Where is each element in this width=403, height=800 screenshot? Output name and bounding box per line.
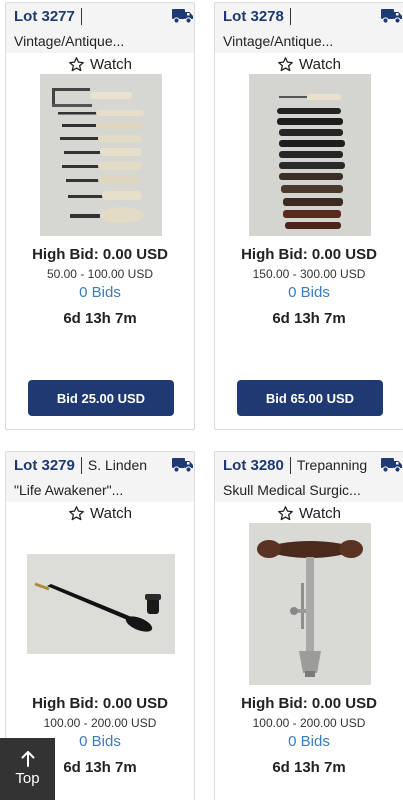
lot-title[interactable]: Vintage/Antique... [215,29,403,53]
shipping-truck-icon [381,8,403,24]
bid-button[interactable]: Bid 65.00 USD [237,380,383,416]
knives-photo[interactable] [249,74,371,236]
watch-toggle[interactable]: Watch [215,503,403,523]
watch-toggle[interactable]: Watch [6,503,194,523]
lot-title[interactable]: Vintage/Antique... [6,29,194,53]
estimate-range: 50.00 - 100.00 USD [46,267,154,281]
top-label: Top [15,770,40,787]
high-bid: High Bid: 0.00 USD [241,695,377,712]
watch-label: Watch [90,504,132,522]
lot-number-link[interactable]: Lot 3278 [223,8,284,25]
shipping-truck-icon [172,457,194,473]
back-to-top-button[interactable]: Top [0,738,55,800]
consignor-label: S. Linden [87,457,148,473]
high-bid: High Bid: 0.00 USD [241,246,377,263]
high-bid: High Bid: 0.00 USD [32,695,168,712]
time-left: 6d 13h 7m [272,759,346,776]
bids-count-link[interactable]: 0 Bids [6,284,194,301]
star-icon [68,505,85,522]
lot-number-link[interactable]: Lot 3279 [14,457,75,474]
bids-count-link[interactable]: 0 Bids [215,733,403,750]
estimate-range: 150.00 - 300.00 USD [252,267,366,281]
lot-number-link[interactable]: Lot 3280 [223,457,284,474]
lot-title[interactable]: Skull Medical Surgic... [215,478,403,502]
lot-card[interactable]: Lot 3280 Trepanning Skull Medical Surgic… [214,451,403,800]
watch-label: Watch [299,55,341,73]
trepanning-drill-photo[interactable] [249,523,371,685]
lot-title[interactable]: "Life Awakener"... [6,478,194,502]
watch-toggle[interactable]: Watch [6,54,194,74]
lot-header: Lot 3279 S. Linden [6,452,194,478]
lot-card[interactable]: Lot 3278 Vintage/Antique... Watch High B… [214,2,403,430]
high-bid: High Bid: 0.00 USD [32,246,168,263]
estimate-range: 100.00 - 200.00 USD [43,716,157,730]
divider [80,7,82,25]
arrow-up-icon [21,751,34,767]
lot-header: Lot 3277 [6,3,194,29]
watch-toggle[interactable]: Watch [215,54,403,74]
estimate-range: 100.00 - 200.00 USD [252,716,366,730]
divider [289,7,291,25]
shipping-truck-icon [381,457,403,473]
star-icon [68,56,85,73]
star-icon [277,505,294,522]
bid-button[interactable]: Bid 25.00 USD [28,380,174,416]
life-awakener-photo[interactable] [27,554,175,654]
shipping-truck-icon [172,8,194,24]
time-left: 6d 13h 7m [63,310,137,327]
watch-label: Watch [90,55,132,73]
time-left: 6d 13h 7m [272,310,346,327]
bids-count-link[interactable]: 0 Bids [215,284,403,301]
lot-header: Lot 3280 Trepanning [215,452,403,478]
lot-header: Lot 3278 [215,3,403,29]
star-icon [277,56,294,73]
lot-card[interactable]: Lot 3277 Vintage/Antique... Watch High B… [5,2,195,430]
consignor-label: Trepanning [296,457,368,473]
watch-label: Watch [299,504,341,522]
divider [289,456,291,474]
lot-number-link[interactable]: Lot 3277 [14,8,75,25]
divider [80,456,82,474]
surgical-tools-photo[interactable] [40,74,162,236]
